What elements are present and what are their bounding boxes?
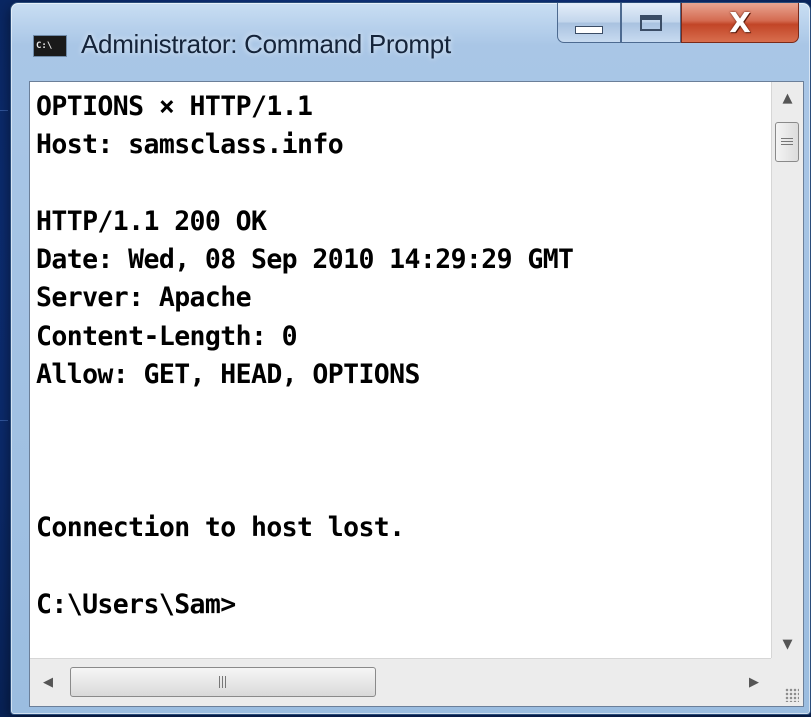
- console-line: Allow: GET, HEAD, OPTIONS: [36, 359, 420, 391]
- console-line: OPTIONS × HTTP/1.1: [36, 91, 313, 122]
- minimize-button[interactable]: [557, 3, 621, 43]
- console-line: HTTP/1.1 200 OK: [36, 205, 267, 237]
- scroll-left-arrow-icon[interactable]: ◀: [32, 659, 64, 706]
- console-app-icon[interactable]: C:\: [33, 35, 67, 57]
- command-prompt-window: C:\ Administrator: Command Prompt X OPTI…: [10, 2, 811, 715]
- horizontal-scroll-thumb[interactable]: [70, 667, 376, 697]
- minimize-icon: [575, 25, 603, 34]
- scroll-up-arrow-icon[interactable]: ▲: [772, 84, 803, 112]
- console-output[interactable]: OPTIONS × HTTP/1.1 Host: samsclass.info …: [30, 82, 772, 660]
- console-line: Connection to host lost.: [36, 512, 405, 544]
- maximize-button[interactable]: [621, 3, 681, 43]
- maximize-icon: [640, 14, 662, 31]
- command-prompt-line[interactable]: C:\Users\Sam>: [36, 586, 772, 624]
- scroll-right-arrow-icon[interactable]: ▶: [738, 659, 770, 706]
- scroll-down-arrow-icon[interactable]: ▼: [772, 630, 803, 658]
- grip-icon: [218, 676, 228, 688]
- console-line: Host: samsclass.info: [36, 129, 344, 161]
- close-button[interactable]: X: [681, 3, 799, 43]
- scrollbar-corner: [771, 658, 803, 706]
- horizontal-scrollbar[interactable]: ◀ ▶: [30, 658, 772, 706]
- console-client-area: OPTIONS × HTTP/1.1 Host: samsclass.info …: [29, 81, 804, 707]
- console-line: Date: Wed, 08 Sep 2010 14:29:29 GMT: [36, 244, 574, 276]
- vertical-scrollbar[interactable]: ▲ ▼: [771, 82, 803, 660]
- resize-grip-icon[interactable]: [785, 688, 799, 702]
- desktop-line: [0, 420, 8, 421]
- title-bar[interactable]: C:\ Administrator: Command Prompt X: [11, 3, 810, 81]
- console-line: Server: Apache: [36, 282, 252, 314]
- vertical-scroll-thumb[interactable]: [775, 122, 799, 162]
- window-title: Administrator: Command Prompt: [81, 29, 451, 59]
- grip-icon: [781, 137, 793, 147]
- console-line: Content-Length: 0: [36, 320, 298, 352]
- close-icon: X: [729, 5, 751, 39]
- desktop-line: [0, 110, 8, 111]
